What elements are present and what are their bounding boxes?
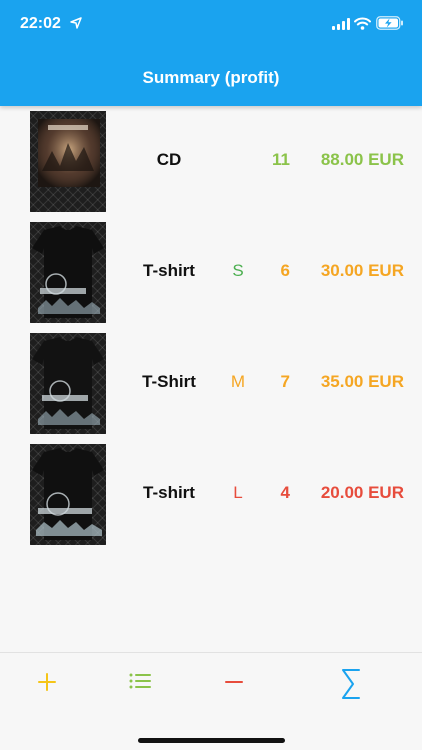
list-item[interactable]: T-Shirt M 7 35.00 EUR: [0, 328, 422, 439]
tab-list[interactable]: [120, 671, 160, 705]
screen: 22:02 Summary (profit) CD 11 88.00 EUR T…: [0, 0, 422, 750]
item-size: L: [233, 483, 243, 502]
item-name: CD: [156, 150, 182, 169]
product-image: [30, 333, 106, 434]
item-size: M: [230, 372, 246, 391]
item-quantity: 11: [272, 150, 290, 169]
status-time: 22:02: [20, 15, 61, 32]
list-icon: [129, 673, 151, 689]
summary-list: CD 11 88.00 EUR T-shirt S 6 30.00 EUR T-…: [0, 106, 422, 550]
cellular-signal-icon: [332, 18, 350, 30]
item-amount: 30.00 EUR: [320, 261, 404, 280]
wifi-icon: [354, 17, 371, 30]
product-image: [30, 111, 106, 212]
item-amount: 20.00 EUR: [320, 483, 404, 502]
tab-add[interactable]: [27, 671, 67, 705]
page-title: Summary (profit): [142, 68, 280, 87]
product-image: [30, 444, 106, 545]
battery-charging-icon: [376, 16, 403, 30]
home-indicator: [138, 738, 285, 743]
item-name: T-shirt: [143, 261, 195, 280]
item-name: T-Shirt: [142, 372, 196, 391]
item-quantity: 4: [280, 483, 290, 502]
sigma-icon: [342, 669, 360, 699]
list-item[interactable]: T-shirt S 6 30.00 EUR: [0, 217, 422, 328]
item-quantity: 7: [280, 372, 290, 391]
plus-icon: [38, 673, 56, 691]
item-size: S: [232, 261, 244, 280]
item-name: T-shirt: [143, 483, 195, 502]
item-quantity: 6: [280, 261, 290, 280]
tab-summary[interactable]: [331, 667, 371, 701]
tab-bar: [0, 652, 422, 750]
list-item[interactable]: T-shirt L 4 20.00 EUR: [0, 439, 422, 550]
item-amount: 88.00 EUR: [320, 150, 404, 169]
status-bar: 22:02: [0, 0, 422, 50]
item-amount: 35.00 EUR: [320, 372, 404, 391]
list-item[interactable]: CD 11 88.00 EUR: [0, 106, 422, 217]
product-image: [30, 222, 106, 323]
tab-subtract[interactable]: [214, 671, 254, 705]
minus-icon: [225, 681, 243, 683]
app-header: 22:02 Summary (profit): [0, 0, 422, 106]
location-arrow-icon: [70, 17, 82, 29]
